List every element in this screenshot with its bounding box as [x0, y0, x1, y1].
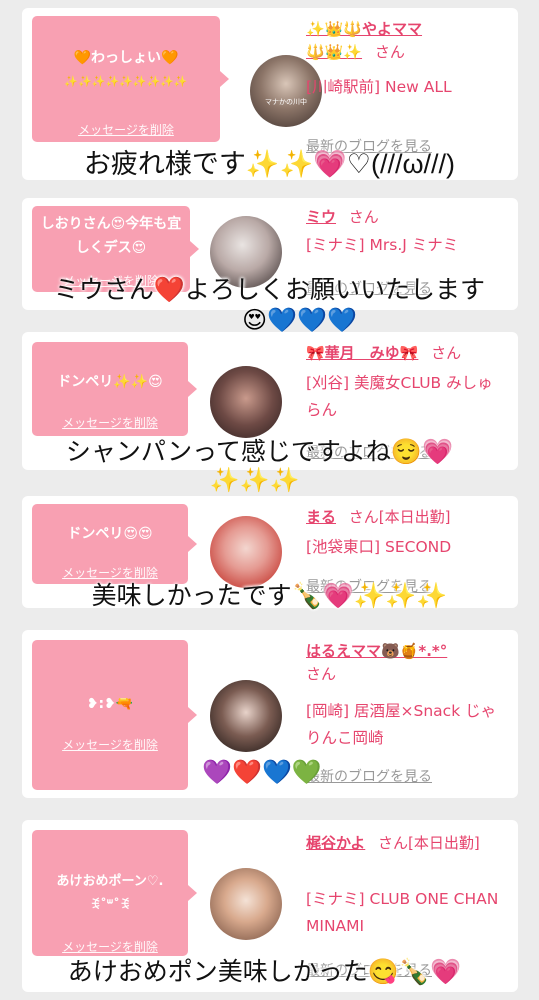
sender-name-link[interactable]: はるえママ🐻🍯*.*° — [306, 642, 447, 660]
sender-name[interactable]: はるえママ🐻🍯*.*° さん — [306, 640, 506, 686]
sender-name-emoji[interactable]: 🔱👑✨ — [306, 43, 362, 61]
avatar[interactable] — [210, 366, 282, 438]
avatar[interactable] — [210, 680, 282, 752]
delete-message-link[interactable]: メッセージを削除 — [32, 736, 188, 753]
sender-name[interactable]: まる さん[本日出勤] — [306, 506, 506, 529]
message-bubble: ドンペリ😍😍 メッセージを削除 — [32, 504, 197, 584]
honorific: さん — [374, 43, 405, 61]
sender-name[interactable]: 梶谷かよ さん[本日出勤] — [306, 832, 506, 855]
message-sub-text: ✨✨✨✨✨✨✨✨✨ — [64, 75, 188, 88]
delete-message-link[interactable]: メッセージを削除 — [32, 121, 220, 138]
overlay-caption: ✨✨✨ — [209, 466, 300, 494]
sender-name-link[interactable]: 梶谷かよ — [306, 834, 365, 852]
shop-name[interactable]: [ミナミ] CLUB ONE CHAN MINAMI — [306, 886, 508, 940]
sender-name-link[interactable]: 🎀華月 みゆ🎀 — [306, 344, 418, 362]
sender-name-link[interactable]: ✨👑🔱やよママ — [306, 20, 422, 38]
message-text: ❥:❥🔫 — [86, 696, 134, 712]
honorific: さん[本日出勤] — [378, 834, 480, 852]
overlay-caption: お疲れ様です✨✨💗♡(///ω///) — [83, 149, 456, 179]
shop-name[interactable]: [刈谷] 美魔女CLUB みしゅらん — [306, 370, 508, 424]
delete-message-link[interactable]: メッセージを削除 — [32, 414, 188, 431]
message-text: しおりさん😍今年も宜しくデス😍 — [40, 216, 182, 256]
shop-name[interactable]: [池袋東口] SECOND — [306, 534, 508, 561]
sender-name[interactable]: 🎀華月 みゆ🎀 さん — [306, 342, 506, 365]
avatar[interactable] — [210, 868, 282, 940]
shop-name[interactable]: [ミナミ] Mrs.J ミナミ — [306, 232, 508, 259]
honorific: さん — [306, 665, 337, 683]
overlay-caption: 😍💙💙💙 — [242, 306, 357, 334]
honorific: さん[本日出勤] — [348, 508, 451, 526]
message-text: ドンペリ😍😍 — [67, 526, 153, 542]
overlay-caption: ミウさん❤️よろしくお願いいたします — [53, 276, 486, 304]
overlay-caption: あけおめポン美味しかった😋🍾💗 — [67, 958, 462, 986]
honorific: さん — [431, 344, 462, 362]
shop-name[interactable]: [岡崎] 居酒屋×Snack じゃりんこ岡崎 — [306, 698, 508, 752]
message-sub-text: ꉂ˚ᐜ˚ꉂ — [90, 898, 130, 913]
shop-name[interactable]: [川崎駅前] New ALL — [306, 74, 508, 101]
message-bubble: ドンペリ✨✨😍 メッセージを削除 — [32, 342, 197, 436]
overlay-caption: シャンパンって感じですよね😌💗 — [65, 438, 454, 466]
sender-name[interactable]: ミウ さん — [306, 206, 506, 229]
message-text: ドンペリ✨✨😍 — [57, 374, 163, 390]
message-text: 🧡わっしょい🧡 — [73, 50, 179, 66]
message-text: あけおめポーン♡. — [56, 874, 164, 889]
sender-name-link[interactable]: まる — [306, 508, 336, 526]
message-bubble: あけおめポーン♡. ꉂ˚ᐜ˚ꉂ メッセージを削除 — [32, 830, 197, 956]
honorific: さん — [348, 208, 379, 226]
overlay-caption: 美味しかったです🍾💗✨✨✨ — [91, 582, 448, 610]
message-bubble: 🧡わっしょい🧡 ✨✨✨✨✨✨✨✨✨ メッセージを削除 — [32, 16, 229, 142]
sender-name[interactable]: ✨👑🔱やよママ 🔱👑✨ さん — [306, 18, 506, 64]
sender-name-link[interactable]: ミウ — [306, 208, 336, 226]
overlay-caption: 💜❤️💙💚 — [202, 758, 322, 786]
